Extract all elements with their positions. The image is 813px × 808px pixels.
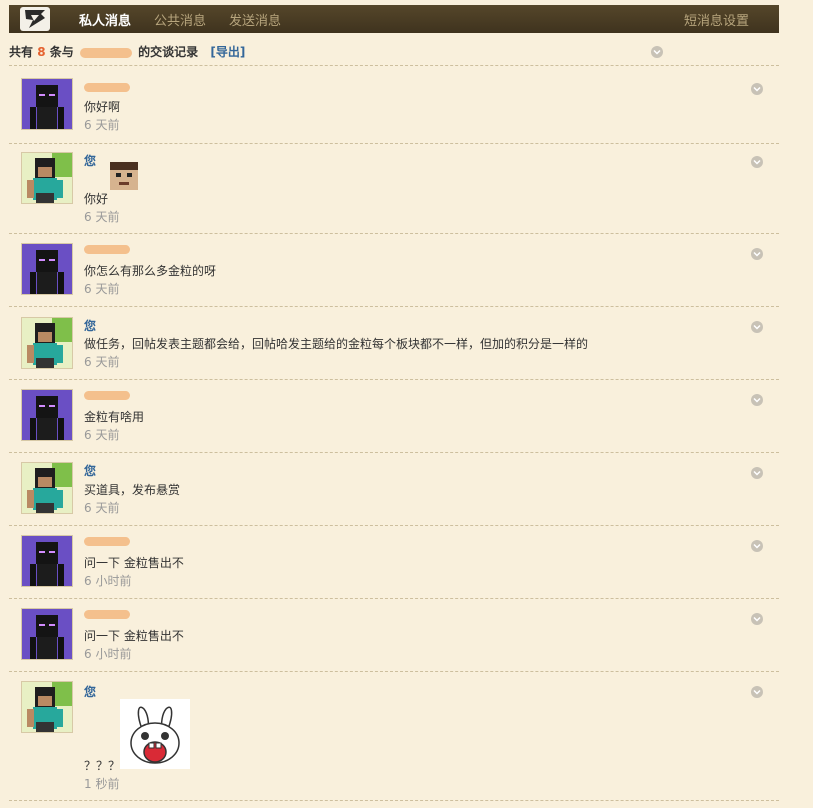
enderman-avatar[interactable]	[21, 78, 73, 130]
divider	[9, 800, 779, 801]
top-navigation-bar: 私人消息 公共消息 发送消息 短消息设置	[9, 5, 779, 33]
chevron-down-icon	[751, 686, 763, 698]
message-menu-toggle[interactable]	[751, 540, 763, 552]
message-item: 您 做任务，回帖发表主题都会给，回帖哈发主题给的金粒每个板块都不一样，但加的积分…	[9, 306, 779, 379]
message-menu-toggle[interactable]	[751, 321, 763, 333]
message-time: 6 小时前	[84, 647, 132, 661]
chevron-down-icon	[751, 83, 763, 95]
message-count: 8	[37, 45, 46, 59]
message-text: 你怎么有那么多金粒的呀	[84, 264, 217, 278]
message-text: 买道具，发布悬赏	[84, 483, 181, 497]
blocky-face-emote	[110, 162, 138, 190]
tab-send-message[interactable]: 发送消息	[229, 10, 281, 29]
summary-middle: 条与	[49, 45, 74, 59]
message-menu-toggle[interactable]	[751, 686, 763, 698]
message-sender: 您	[84, 319, 97, 333]
message-item: 金粒有啥用 6 天前	[9, 379, 779, 452]
redacted-sender	[84, 83, 130, 92]
message-menu-toggle[interactable]	[751, 83, 763, 95]
message-item: 你怎么有那么多金粒的呀 6 天前	[9, 233, 779, 306]
message-menu-toggle[interactable]	[751, 248, 763, 260]
summary-prefix: 共有	[9, 45, 34, 59]
message-menu-toggle[interactable]	[751, 467, 763, 479]
enderman-avatar[interactable]	[21, 243, 73, 295]
chevron-down-icon	[751, 540, 763, 552]
message-time: 1 秒前	[84, 777, 120, 791]
conversation-summary: 共有 8 条与 的交谈记录 [导出]	[9, 43, 245, 60]
tab-public-messages[interactable]: 公共消息	[154, 10, 206, 29]
message-item: 问一下 金粒售出不 6 小时前	[9, 598, 779, 671]
site-logo[interactable]	[20, 7, 50, 31]
chevron-down-icon	[751, 613, 763, 625]
export-button[interactable]: [导出]	[210, 45, 245, 59]
chevron-down-icon	[751, 321, 763, 333]
message-sender: 您	[84, 685, 97, 699]
message-item: 您 买道具，发布悬赏 6 天前	[9, 452, 779, 525]
message-item: 您 你好 6 天前	[9, 143, 779, 233]
message-text: 问一下 金粒售出不	[84, 556, 184, 570]
chevron-down-icon	[751, 156, 763, 168]
message-settings-link[interactable]: 短消息设置	[684, 10, 749, 29]
message-text: 问一下 金粒售出不	[84, 629, 184, 643]
steve-avatar[interactable]	[21, 681, 73, 733]
chevron-down-icon	[651, 46, 663, 58]
message-item: 您 ？？？ 1 秒前	[9, 671, 779, 799]
message-item: 你好啊 6 天前	[9, 67, 779, 143]
screaming-rabbit-emote	[120, 699, 190, 769]
message-time: 6 天前	[84, 355, 120, 369]
redacted-sender	[84, 537, 130, 546]
steve-avatar[interactable]	[21, 152, 73, 204]
summary-suffix: 的交谈记录	[138, 45, 199, 59]
message-sender: 您	[84, 154, 97, 168]
divider	[9, 65, 779, 66]
chevron-down-icon	[751, 394, 763, 406]
message-time: 6 天前	[84, 428, 120, 442]
redacted-sender	[84, 391, 130, 400]
tab-private-messages[interactable]: 私人消息	[79, 10, 131, 29]
chevron-down-icon	[751, 248, 763, 260]
enderman-avatar[interactable]	[21, 608, 73, 660]
redacted-username	[79, 47, 132, 58]
message-text: 金粒有啥用	[84, 410, 145, 424]
chevron-down-icon	[751, 467, 763, 479]
collapse-all-toggle[interactable]	[651, 46, 663, 58]
message-time: 6 天前	[84, 282, 120, 296]
message-text: 你好	[84, 192, 109, 206]
redacted-sender	[84, 245, 130, 254]
message-sender: 您	[84, 464, 97, 478]
message-menu-toggle[interactable]	[751, 394, 763, 406]
message-time: 6 天前	[84, 501, 120, 515]
enderman-avatar[interactable]	[21, 535, 73, 587]
steve-avatar[interactable]	[21, 462, 73, 514]
message-menu-toggle[interactable]	[751, 613, 763, 625]
message-time: 6 天前	[84, 118, 120, 132]
message-item: 问一下 金粒售出不 6 小时前	[9, 525, 779, 598]
message-time: 6 天前	[84, 210, 120, 224]
message-time: 6 小时前	[84, 574, 132, 588]
redacted-sender	[84, 610, 130, 619]
steve-avatar[interactable]	[21, 317, 73, 369]
message-text: ？？？	[84, 759, 121, 773]
message-text: 做任务，回帖发表主题都会给，回帖哈发主题给的金粒每个板块都不一样，但加的积分是一…	[84, 337, 589, 351]
message-text: 你好啊	[84, 100, 121, 114]
enderman-avatar[interactable]	[21, 389, 73, 441]
message-menu-toggle[interactable]	[751, 156, 763, 168]
